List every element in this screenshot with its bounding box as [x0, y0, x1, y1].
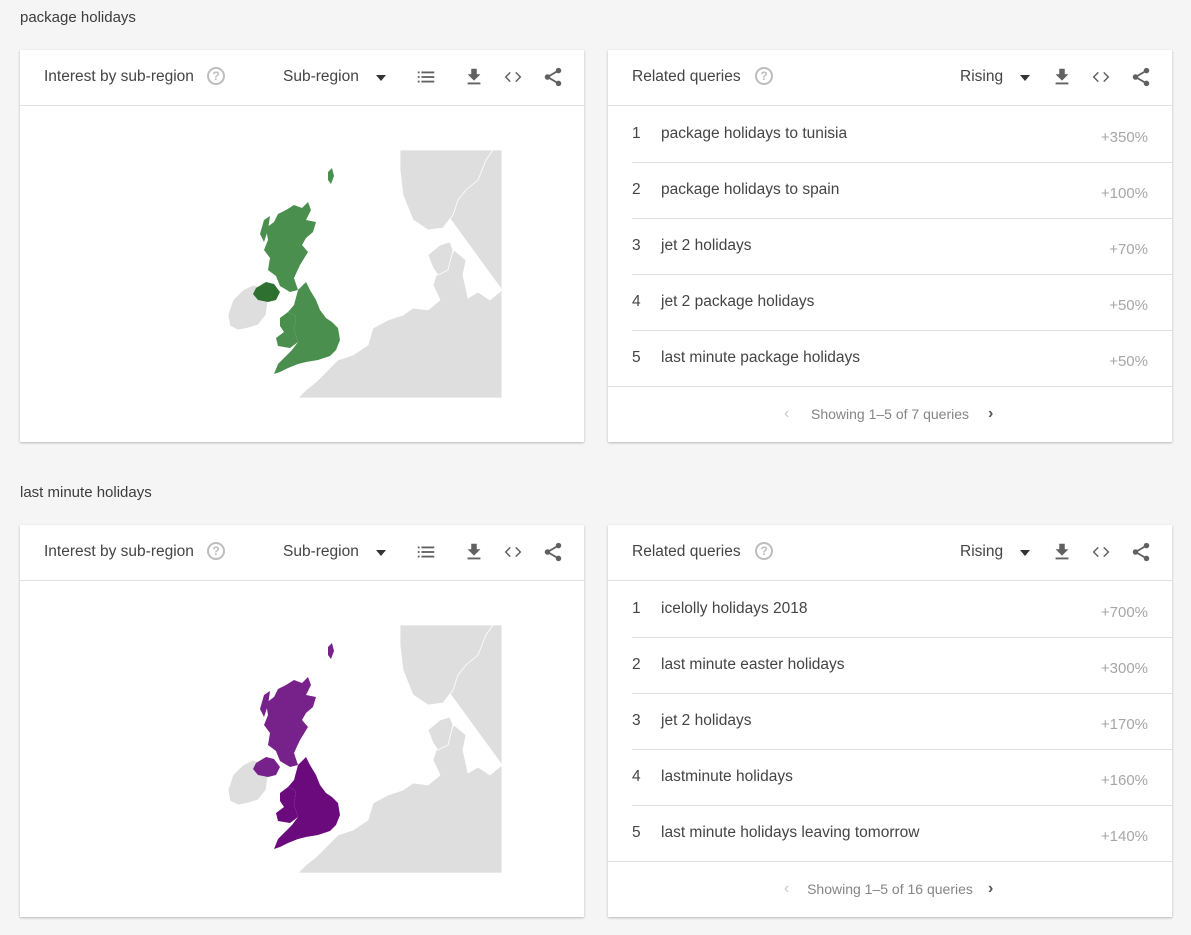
query-rank: 4 — [632, 768, 641, 785]
card-header: Interest by sub-region ? Sub-region — [20, 50, 584, 106]
query-text[interactable]: package holidays to tunisia — [661, 125, 847, 143]
chevron-down-icon[interactable] — [376, 75, 386, 81]
help-icon[interactable]: ? — [755, 67, 773, 85]
pagination-text: Showing 1–5 of 16 queries — [807, 881, 973, 897]
download-icon[interactable] — [463, 66, 485, 88]
query-row[interactable]: 2 package holidays to spain +100% — [632, 162, 1172, 219]
section-0: package holidays Interest by sub-region … — [0, 0, 1191, 460]
subregion-map[interactable] — [20, 581, 584, 917]
next-page-button[interactable]: › — [988, 880, 993, 898]
region-scotland[interactable] — [264, 202, 316, 292]
query-value: +350% — [1100, 129, 1148, 146]
chevron-down-icon[interactable] — [1020, 75, 1030, 81]
interest-by-subregion-card: Interest by sub-region ? Sub-region — [20, 50, 584, 442]
related-queries-card: Related queries ? Rising 1 icelolly holid… — [608, 525, 1172, 917]
download-icon[interactable] — [1051, 541, 1073, 563]
query-rank: 1 — [632, 600, 641, 617]
pagination: ‹ Showing 1–5 of 16 queries › — [608, 862, 1172, 917]
share-icon[interactable] — [542, 66, 564, 88]
query-rank: 5 — [632, 349, 641, 366]
query-text[interactable]: jet 2 holidays — [661, 237, 751, 255]
query-value: +140% — [1100, 828, 1148, 845]
query-text[interactable]: icelolly holidays 2018 — [661, 600, 807, 618]
download-icon[interactable] — [463, 541, 485, 563]
query-rank: 1 — [632, 125, 641, 142]
embed-code-icon[interactable] — [502, 66, 524, 88]
uk-map[interactable] — [228, 150, 502, 398]
card-header: Related queries ? Rising — [608, 50, 1172, 106]
subregion-map[interactable] — [20, 106, 584, 442]
region-shetland[interactable] — [328, 168, 334, 184]
query-rank: 5 — [632, 824, 641, 841]
list-icon[interactable] — [415, 66, 437, 88]
region-shetland[interactable] — [328, 643, 334, 659]
query-text[interactable]: jet 2 holidays — [661, 712, 751, 730]
card-header: Related queries ? Rising — [608, 525, 1172, 581]
query-value: +160% — [1100, 772, 1148, 789]
query-value: +300% — [1100, 660, 1148, 677]
section-title: last minute holidays — [20, 484, 152, 501]
pagination: ‹ Showing 1–5 of 7 queries › — [608, 387, 1172, 442]
rising-top-select[interactable]: Rising — [960, 68, 1003, 86]
card-header: Interest by sub-region ? Sub-region — [20, 525, 584, 581]
query-value: +170% — [1100, 716, 1148, 733]
query-rank: 3 — [632, 237, 641, 254]
query-rank: 2 — [632, 656, 641, 673]
query-value: +50% — [1109, 297, 1148, 314]
query-row[interactable]: 2 last minute easter holidays +300% — [632, 637, 1172, 694]
query-text[interactable]: jet 2 package holidays — [661, 293, 814, 311]
query-row[interactable]: 3 jet 2 holidays +70% — [632, 218, 1172, 275]
pagination-text: Showing 1–5 of 7 queries — [811, 406, 969, 422]
card-title: Interest by sub-region — [44, 543, 194, 560]
resolution-select[interactable]: Sub-region — [283, 543, 359, 561]
card-title: Related queries — [632, 68, 741, 85]
embed-code-icon[interactable] — [502, 541, 524, 563]
section-1: last minute holidays Interest by sub-reg… — [0, 475, 1191, 935]
query-value: +70% — [1109, 241, 1148, 258]
query-rank: 4 — [632, 293, 641, 310]
embed-code-icon[interactable] — [1090, 541, 1112, 563]
query-value: +700% — [1100, 604, 1148, 621]
card-title: Related queries — [632, 543, 741, 560]
query-value: +100% — [1100, 185, 1148, 202]
next-page-button[interactable]: › — [988, 405, 993, 423]
query-text[interactable]: last minute package holidays — [661, 349, 860, 367]
europe-land — [228, 625, 502, 873]
resolution-select[interactable]: Sub-region — [283, 68, 359, 86]
related-queries-card: Related queries ? Rising 1 package holida… — [608, 50, 1172, 442]
query-row[interactable]: 5 last minute package holidays +50% — [608, 330, 1172, 387]
query-value: +50% — [1109, 353, 1148, 370]
chevron-down-icon[interactable] — [376, 550, 386, 556]
share-icon[interactable] — [542, 541, 564, 563]
section-title: package holidays — [20, 9, 136, 26]
rising-top-select[interactable]: Rising — [960, 543, 1003, 561]
help-icon[interactable]: ? — [207, 542, 225, 560]
query-text[interactable]: last minute easter holidays — [661, 656, 845, 674]
query-text[interactable]: package holidays to spain — [661, 181, 839, 199]
query-row[interactable]: 1 icelolly holidays 2018 +700% — [632, 581, 1172, 638]
card-title: Interest by sub-region — [44, 68, 194, 85]
query-row[interactable]: 3 jet 2 holidays +170% — [632, 693, 1172, 750]
query-row[interactable]: 4 jet 2 package holidays +50% — [632, 274, 1172, 331]
list-icon[interactable] — [415, 541, 437, 563]
embed-code-icon[interactable] — [1090, 66, 1112, 88]
interest-by-subregion-card: Interest by sub-region ? Sub-region — [20, 525, 584, 917]
help-icon[interactable]: ? — [755, 542, 773, 560]
share-icon[interactable] — [1130, 66, 1152, 88]
download-icon[interactable] — [1051, 66, 1073, 88]
europe-land — [228, 150, 502, 398]
region-scotland[interactable] — [264, 677, 316, 767]
share-icon[interactable] — [1130, 541, 1152, 563]
query-rank: 3 — [632, 712, 641, 729]
query-text[interactable]: last minute holidays leaving tomorrow — [661, 824, 919, 842]
chevron-down-icon[interactable] — [1020, 550, 1030, 556]
query-row[interactable]: 5 last minute holidays leaving tomorrow +1… — [608, 805, 1172, 862]
query-row[interactable]: 1 package holidays to tunisia +350% — [632, 106, 1172, 163]
query-rank: 2 — [632, 181, 641, 198]
help-icon[interactable]: ? — [207, 67, 225, 85]
uk-map[interactable] — [228, 625, 502, 873]
query-row[interactable]: 4 lastminute holidays +160% — [632, 749, 1172, 806]
query-text[interactable]: lastminute holidays — [661, 768, 793, 786]
